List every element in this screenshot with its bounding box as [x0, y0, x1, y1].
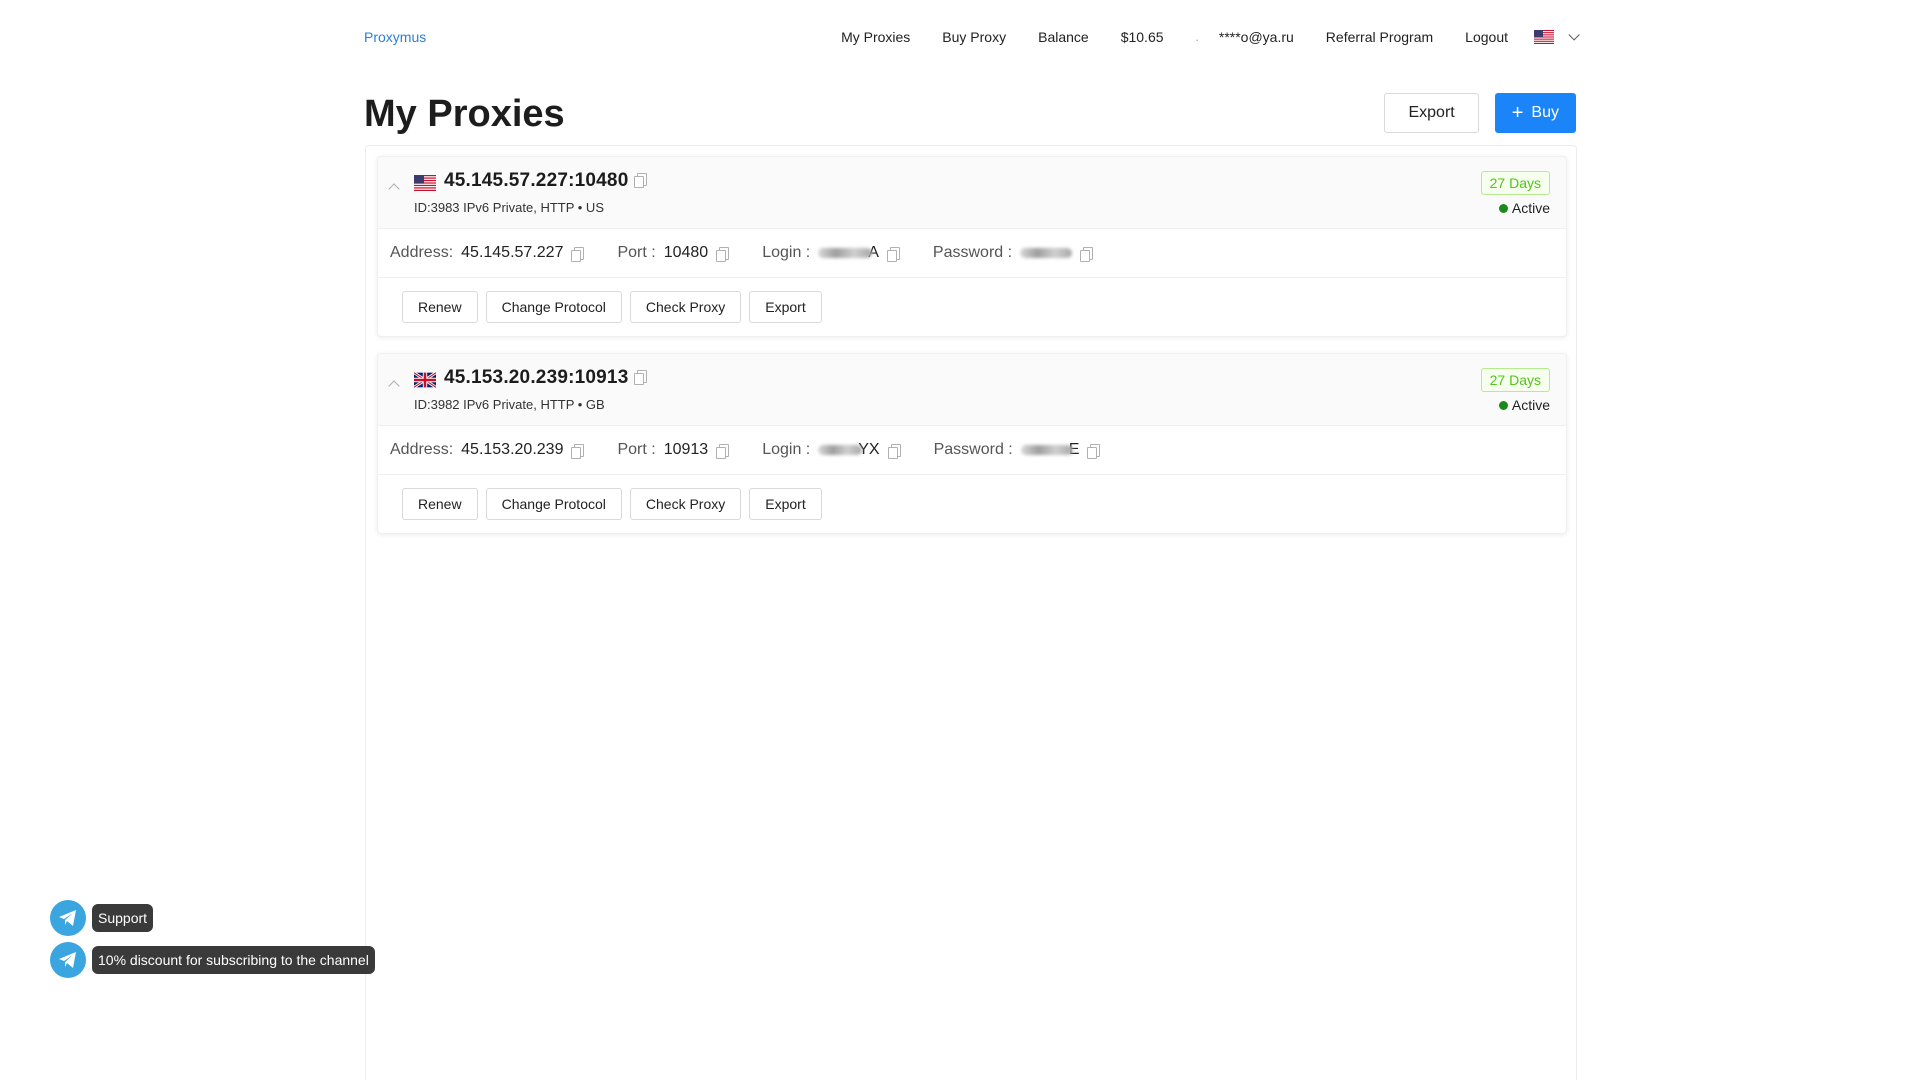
renew-button[interactable]: Renew [402, 488, 478, 520]
blurred-login [818, 445, 863, 455]
login-field: Login : YX [762, 441, 901, 459]
buy-button[interactable]: + Buy [1494, 93, 1576, 133]
address-value: 45.153.20.239 [461, 441, 564, 458]
support-label[interactable]: Support [92, 904, 154, 932]
copy-icon[interactable] [571, 246, 585, 262]
proxy-endpoint-text: 45.145.57.227:10480 [444, 170, 629, 191]
page-title: My Proxies [364, 93, 565, 135]
proxy-credentials: Address: 45.153.20.239 Port : 10913 Logi… [378, 426, 1566, 475]
proxy-card-header: 45.153.20.239:10913 ID:3982 IPv6 Private… [378, 354, 1566, 426]
proxy-card-header: 45.145.57.227:10480 ID:3983 IPv6 Private… [378, 157, 1566, 229]
page-actions: Export + Buy [1384, 93, 1576, 133]
password-label: Password : [933, 441, 1013, 458]
us-flag-icon [1534, 30, 1554, 44]
proxy-credentials: Address: 45.145.57.227 Port : 10480 Logi… [378, 229, 1566, 278]
copy-icon[interactable] [886, 246, 900, 262]
change-protocol-button[interactable]: Change Protocol [485, 291, 622, 323]
password-field: Password : [932, 244, 1094, 262]
main-nav: My Proxies Buy Proxy Balance $10.65 . **… [841, 29, 1580, 45]
status-dot-icon [1498, 203, 1508, 213]
port-field: Port : 10913 [617, 441, 730, 459]
telegram-icon[interactable] [50, 942, 86, 978]
export-all-button[interactable]: Export [1384, 93, 1479, 133]
port-value: 10480 [663, 244, 709, 261]
check-proxy-button[interactable]: Check Proxy [629, 488, 742, 520]
address-label: Address: [390, 244, 454, 261]
channel-discount-widget[interactable]: 10% discount for subscribing to the chan… [50, 942, 375, 978]
days-remaining-badge: 27 Days [1480, 368, 1550, 392]
nav-my-proxies[interactable]: My Proxies [841, 29, 910, 45]
proxy-card: 45.145.57.227:10480 ID:3983 IPv6 Private… [377, 156, 1567, 337]
copy-icon[interactable] [634, 369, 648, 385]
days-remaining-badge: 27 Days [1480, 171, 1550, 195]
nav-user-email[interactable]: ****o@ya.ru [1219, 29, 1294, 45]
collapse-icon[interactable] [388, 380, 400, 392]
change-protocol-button[interactable]: Change Protocol [485, 488, 622, 520]
proxy-meta: ID:3982 IPv6 Private, HTTP • GB [414, 397, 605, 412]
login-label: Login : [762, 244, 811, 261]
export-proxy-button[interactable]: Export [749, 291, 822, 323]
export-proxy-button[interactable]: Export [749, 488, 822, 520]
copy-icon[interactable] [1080, 246, 1094, 262]
status-text: Active [1511, 200, 1550, 216]
proxy-actions: Renew Change Protocol Check Proxy Export [378, 475, 1566, 533]
nav-balance[interactable]: Balance [1038, 29, 1089, 45]
support-widget[interactable]: Support [50, 900, 154, 936]
us-flag-icon [414, 175, 436, 191]
copy-icon[interactable] [716, 443, 730, 459]
renew-button[interactable]: Renew [402, 291, 478, 323]
proxy-endpoint-text: 45.153.20.239:10913 [444, 367, 629, 388]
status-dot-icon [1498, 400, 1508, 410]
blurred-password [1020, 248, 1073, 258]
balance-value[interactable]: $10.65 [1121, 29, 1164, 45]
nav-buy-proxy[interactable]: Buy Proxy [942, 29, 1006, 45]
proxy-actions: Renew Change Protocol Check Proxy Export [378, 278, 1566, 336]
copy-icon[interactable] [887, 443, 901, 459]
status-badge: Active [1498, 397, 1550, 413]
copy-icon[interactable] [634, 172, 648, 188]
address-value: 45.145.57.227 [461, 244, 564, 261]
nav-logout[interactable]: Logout [1465, 29, 1508, 45]
password-field: Password : E [933, 441, 1101, 459]
blurred-login [818, 248, 873, 258]
proxy-card: 45.153.20.239:10913 ID:3982 IPv6 Private… [377, 353, 1567, 534]
copy-icon[interactable] [571, 443, 585, 459]
blurred-password [1020, 445, 1073, 455]
chevron-down-icon [1568, 29, 1580, 41]
telegram-icon[interactable] [50, 900, 86, 936]
plus-icon: + [1511, 102, 1524, 124]
collapse-icon[interactable] [388, 183, 400, 195]
password-label: Password : [932, 244, 1013, 261]
nav-separator: . [1195, 30, 1199, 44]
proxy-list: 45.145.57.227:10480 ID:3983 IPv6 Private… [365, 145, 1577, 1080]
proxy-meta: ID:3983 IPv6 Private, HTTP • US [414, 200, 604, 215]
gb-flag-icon [414, 372, 436, 388]
logo-link[interactable]: Proxymus [364, 29, 426, 45]
address-label: Address: [390, 441, 454, 458]
copy-icon[interactable] [716, 246, 730, 262]
nav-referral-program[interactable]: Referral Program [1326, 29, 1433, 45]
language-selector[interactable] [1534, 29, 1580, 44]
address-field: Address: 45.153.20.239 [390, 441, 585, 459]
address-field: Address: 45.145.57.227 [390, 244, 585, 262]
port-value: 10913 [663, 441, 709, 458]
buy-button-label: Buy [1531, 104, 1559, 121]
proxy-endpoint: 45.145.57.227:10480 [444, 170, 648, 192]
status-text: Active [1511, 397, 1550, 413]
copy-icon[interactable] [1087, 443, 1101, 459]
login-label: Login : [762, 441, 811, 458]
port-label: Port : [617, 441, 656, 458]
top-header: Proxymus My Proxies Buy Proxy Balance $1… [364, 22, 1580, 52]
channel-discount-label[interactable]: 10% discount for subscribing to the chan… [92, 946, 375, 974]
check-proxy-button[interactable]: Check Proxy [629, 291, 742, 323]
status-badge: Active [1498, 200, 1550, 216]
port-label: Port : [617, 244, 656, 261]
login-field: Login : A [762, 244, 900, 262]
port-field: Port : 10480 [617, 244, 730, 262]
proxy-endpoint: 45.153.20.239:10913 [444, 367, 648, 389]
